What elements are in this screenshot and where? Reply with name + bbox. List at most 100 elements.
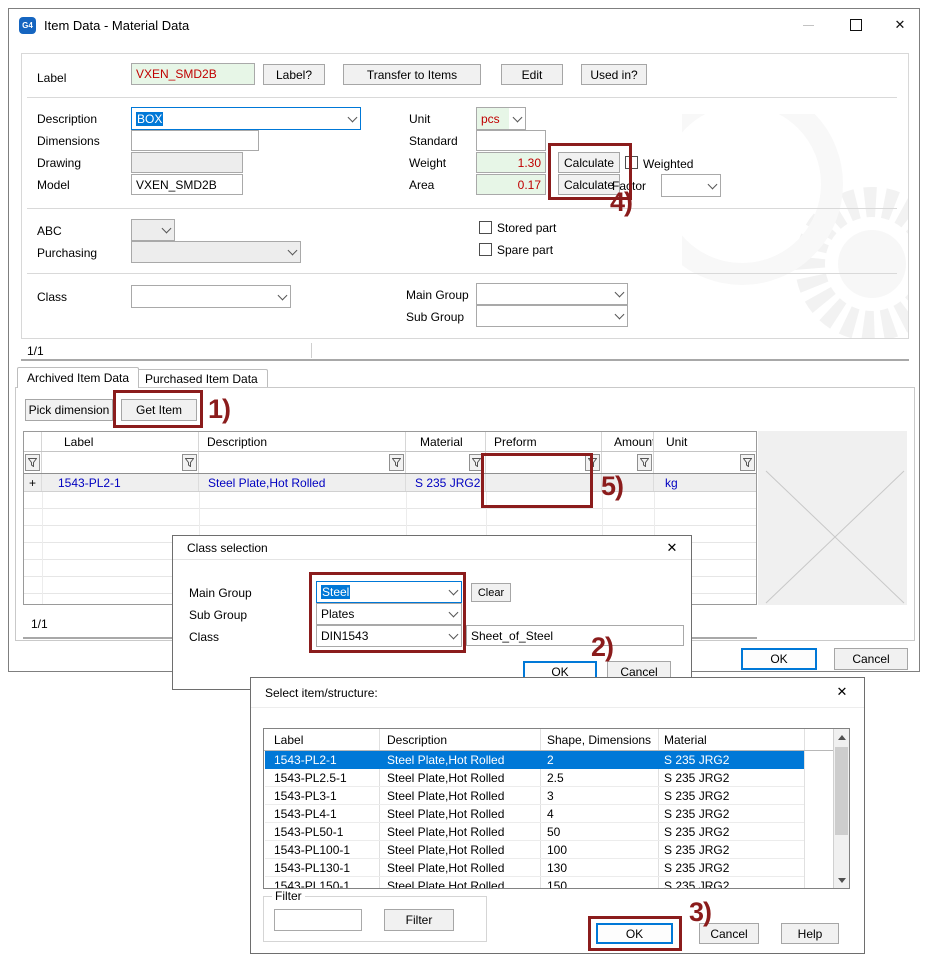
main-group-combo[interactable] <box>476 283 628 305</box>
annotation-box-step-3 <box>588 916 682 951</box>
column-header-expand[interactable] <box>24 432 42 451</box>
list-item[interactable]: 1543-PL150-1 Steel Plate,Hot Rolled 150 … <box>265 877 804 889</box>
row-label-cell[interactable]: 1543-PL2-1 <box>42 474 199 491</box>
column-header-preform[interactable]: Preform <box>486 432 602 451</box>
abc-caption: ABC <box>37 224 62 238</box>
no-image-cross-icon <box>758 431 907 605</box>
scroll-thumb[interactable] <box>835 747 848 835</box>
class-combo[interactable] <box>131 285 291 308</box>
column-header-description[interactable]: Description <box>387 733 447 747</box>
list-item[interactable]: 1543-PL50-1 Steel Plate,Hot Rolled 50 S … <box>265 823 804 841</box>
list-item[interactable]: 1543-PL2-1 Steel Plate,Hot Rolled 2 S 23… <box>265 751 804 769</box>
column-header-material[interactable]: Material <box>664 733 707 747</box>
scroll-down-button[interactable] <box>834 872 849 888</box>
description-caption: Description <box>37 112 97 126</box>
class-name-field[interactable]: Sheet_of_Steel <box>466 625 684 646</box>
row-material-cell[interactable]: S 235 JRG2 <box>406 474 486 491</box>
close-button[interactable]: ✕ <box>661 538 683 558</box>
preview-placeholder <box>758 431 907 605</box>
column-header-material[interactable]: Material <box>406 432 486 451</box>
title-bar[interactable]: G4 Item Data - Material Data <box>9 9 919 41</box>
column-header-label[interactable]: Label <box>42 432 199 451</box>
dialog-title-bar[interactable]: Select item/structure: ✕ <box>251 678 864 708</box>
help-button[interactable]: Help <box>781 923 839 944</box>
column-header-label[interactable]: Label <box>274 733 303 747</box>
transfer-to-items-button[interactable]: Transfer to Items <box>343 64 481 85</box>
minimize-button[interactable] <box>793 9 823 41</box>
chevron-down-icon[interactable] <box>704 175 720 196</box>
row-description-cell[interactable]: Steel Plate,Hot Rolled <box>199 474 406 491</box>
area-caption: Area <box>409 178 434 192</box>
funnel-filter-button[interactable] <box>182 454 197 471</box>
area-field[interactable]: 0.17 <box>476 174 546 195</box>
model-field[interactable]: VXEN_SMD2B <box>131 174 243 195</box>
standard-field[interactable] <box>476 130 546 151</box>
tab-archived-item-data[interactable]: Archived Item Data <box>17 367 139 388</box>
annotation-box-step-2 <box>309 572 466 653</box>
label-help-button[interactable]: Label? <box>263 64 325 85</box>
list-item[interactable]: 1543-PL3-1 Steel Plate,Hot Rolled 3 S 23… <box>265 787 804 805</box>
column-header-amount[interactable]: Amount <box>602 432 654 451</box>
column-line <box>804 729 805 888</box>
maximize-button[interactable] <box>841 9 871 41</box>
label-field[interactable]: VXEN_SMD2B <box>131 63 255 85</box>
description-combo[interactable]: BOX <box>131 107 361 130</box>
dialog-title-bar[interactable]: Class selection ✕ <box>173 536 691 560</box>
column-header-shape-dimensions[interactable]: Shape, Dimensions <box>547 733 651 747</box>
weight-field[interactable]: 1.30 <box>476 152 546 173</box>
chevron-down-icon[interactable] <box>611 306 627 326</box>
list-item[interactable]: 1543-PL2.5-1 Steel Plate,Hot Rolled 2.5 … <box>265 769 804 787</box>
list-item[interactable]: 1543-PL130-1 Steel Plate,Hot Rolled 130 … <box>265 859 804 877</box>
column-header-unit[interactable]: Unit <box>654 432 756 451</box>
chevron-down-icon[interactable] <box>274 286 290 307</box>
column-header-description[interactable]: Description <box>199 432 406 451</box>
chevron-down-icon[interactable] <box>344 108 360 129</box>
used-in-button[interactable]: Used in? <box>581 64 647 85</box>
funnel-filter-button[interactable] <box>740 454 755 471</box>
chevron-down-icon[interactable] <box>284 242 300 262</box>
list-item[interactable]: 1543-PL100-1 Steel Plate,Hot Rolled 100 … <box>265 841 804 859</box>
row-expand-cell[interactable]: + <box>24 474 42 491</box>
filter-button[interactable]: Filter <box>384 909 454 931</box>
clear-button[interactable]: Clear <box>471 583 511 602</box>
abc-combo[interactable] <box>131 219 175 241</box>
unit-combo[interactable]: pcs <box>476 107 526 130</box>
sub-group-combo[interactable] <box>476 305 628 327</box>
list-item[interactable]: 1543-PL4-1 Steel Plate,Hot Rolled 4 S 23… <box>265 805 804 823</box>
scroll-up-button[interactable] <box>834 729 849 745</box>
purchasing-caption: Purchasing <box>37 246 97 260</box>
close-button[interactable]: ✕ <box>885 9 915 41</box>
description-value: BOX <box>136 112 163 126</box>
cancel-button[interactable]: Cancel <box>834 648 908 670</box>
spare-part-checkbox[interactable] <box>479 243 492 256</box>
tab-purchased-item-data[interactable]: Purchased Item Data <box>135 369 268 388</box>
filter-input[interactable] <box>274 909 362 931</box>
close-button[interactable]: ✕ <box>831 682 853 702</box>
funnel-filter-button[interactable] <box>637 454 652 471</box>
record-counter-strip: 1/1 <box>21 341 909 361</box>
chevron-down-icon[interactable] <box>611 284 627 304</box>
vertical-scrollbar[interactable] <box>833 729 849 888</box>
annotation-box-step-1 <box>113 390 203 428</box>
record-counter: 1/1 <box>27 344 44 358</box>
funnel-icon <box>472 458 481 467</box>
stored-part-caption: Stored part <box>497 221 556 235</box>
purchasing-combo[interactable] <box>131 241 301 263</box>
spare-part-caption: Spare part <box>497 243 553 257</box>
arrow-up-icon <box>838 735 846 740</box>
stored-part-checkbox[interactable] <box>479 221 492 234</box>
minimize-icon <box>803 25 814 26</box>
chevron-down-icon[interactable] <box>509 108 525 129</box>
pick-dimension-button[interactable]: Pick dimension <box>25 399 113 421</box>
funnel-filter-button[interactable] <box>389 454 404 471</box>
table-row[interactable]: + 1543-PL2-1 Steel Plate,Hot Rolled S 23… <box>24 474 756 492</box>
row-unit-cell[interactable]: kg <box>654 474 756 491</box>
edit-button[interactable]: Edit <box>501 64 563 85</box>
factor-combo[interactable] <box>661 174 721 197</box>
model-caption: Model <box>37 178 70 192</box>
close-icon: ✕ <box>895 17 906 33</box>
dimensions-field[interactable] <box>131 130 259 151</box>
ok-button[interactable]: OK <box>741 648 817 670</box>
chevron-down-icon[interactable] <box>158 220 174 240</box>
funnel-filter-button[interactable] <box>25 454 40 471</box>
